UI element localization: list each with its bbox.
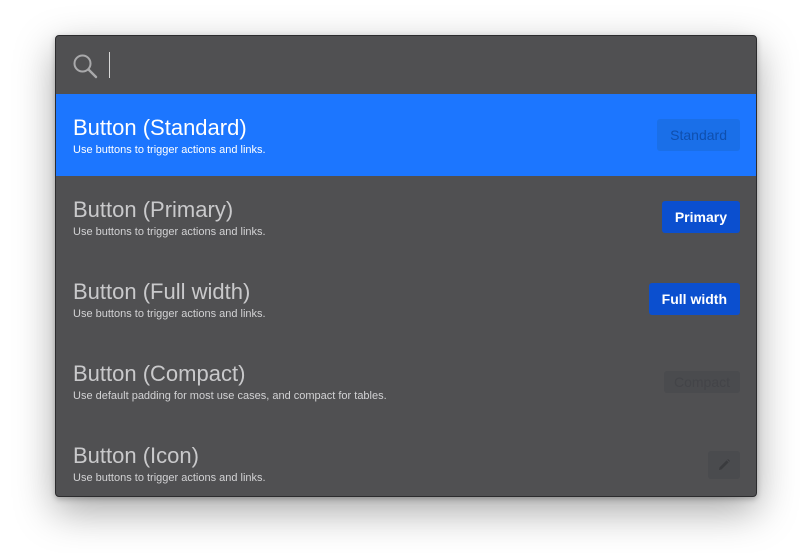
result-description: Use buttons to trigger actions and links… xyxy=(73,226,266,238)
icon-button-preview[interactable] xyxy=(708,451,740,479)
result-row-button-full-width[interactable]: Button (Full width) Use buttons to trigg… xyxy=(56,258,756,340)
result-row-button-primary[interactable]: Button (Primary) Use buttons to trigger … xyxy=(56,176,756,258)
result-description: Use buttons to trigger actions and links… xyxy=(73,472,266,484)
result-description: Use default padding for most use cases, … xyxy=(73,390,387,402)
quick-search-panel: Button (Standard) Use buttons to trigger… xyxy=(55,35,757,497)
standard-button-preview[interactable]: Standard xyxy=(657,119,740,151)
result-title: Button (Icon) xyxy=(73,443,199,468)
result-row-button-icon[interactable]: Button (Icon) Use buttons to trigger act… xyxy=(56,422,756,496)
search-input[interactable] xyxy=(106,48,730,82)
search-icon xyxy=(73,54,98,79)
result-description: Use buttons to trigger actions and links… xyxy=(73,308,266,320)
result-title: Button (Compact) xyxy=(73,361,246,386)
result-row-button-compact[interactable]: Button (Compact) Use default padding for… xyxy=(56,340,756,422)
result-title: Button (Full width) xyxy=(73,279,251,304)
search-bar xyxy=(56,36,756,94)
pencil-icon xyxy=(719,459,730,470)
result-title: Button (Primary) xyxy=(73,197,234,222)
result-list: Button (Standard) Use buttons to trigger… xyxy=(56,94,756,496)
primary-button-preview[interactable]: Primary xyxy=(661,201,740,233)
result-row-button-standard[interactable]: Button (Standard) Use buttons to trigger… xyxy=(56,94,756,176)
result-title: Button (Standard) xyxy=(73,115,247,140)
text-caret xyxy=(109,52,110,78)
result-description: Use buttons to trigger actions and links… xyxy=(73,144,266,156)
compact-button-preview[interactable]: Compact xyxy=(663,371,740,393)
full-width-button-preview[interactable]: Full width xyxy=(648,283,740,315)
